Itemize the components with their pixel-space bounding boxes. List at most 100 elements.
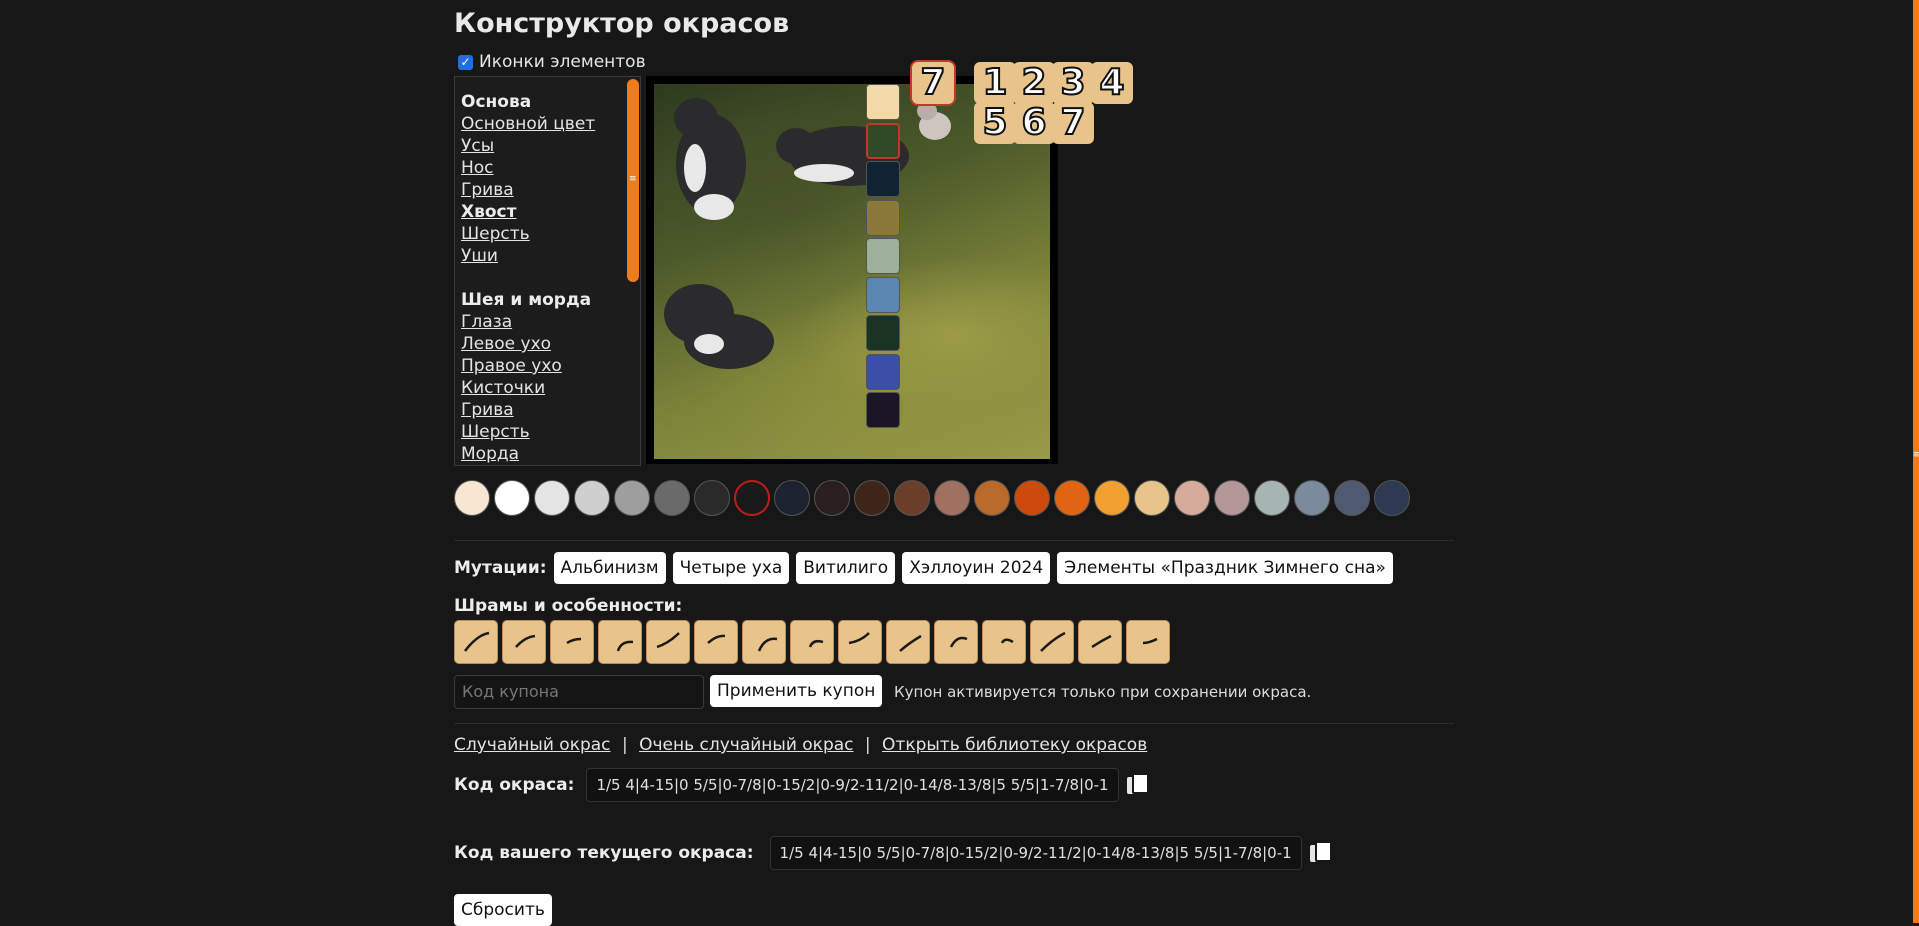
color-swatch[interactable] — [454, 480, 490, 516]
menu-item-nose[interactable]: Нос — [461, 157, 595, 179]
scar-icon[interactable] — [790, 620, 834, 664]
bg-ocean-thumbnail[interactable] — [866, 353, 900, 390]
color-swatch[interactable] — [1134, 480, 1170, 516]
scar-icon[interactable] — [1078, 620, 1122, 664]
checkbox-checked-icon[interactable]: ✓ — [458, 54, 473, 70]
menu-item-mane[interactable]: Грива — [461, 179, 595, 201]
color-swatch[interactable] — [1014, 480, 1050, 516]
mutation-four-ears-button[interactable]: Четыре уха — [672, 552, 790, 584]
coupon-input[interactable]: Код купона — [454, 675, 704, 709]
bg-plain-thumbnail[interactable] — [866, 84, 900, 120]
menu-item-right-ear[interactable]: Правое ухо — [461, 355, 595, 377]
element-menu: Основа Основной цвет Усы Нос Грива Хвост… — [454, 76, 641, 466]
current-code-field[interactable]: 1/5 4|4-15|0 5/5|0-7/8|0-15/2|0-9/2-11/2… — [769, 836, 1302, 870]
bg-night-forest-thumbnail[interactable] — [866, 161, 900, 197]
scar-icon[interactable] — [646, 620, 690, 664]
menu-item-tassels[interactable]: Кисточки — [461, 377, 595, 399]
color-swatch[interactable] — [1094, 480, 1130, 516]
random-color-link[interactable]: Случайный окрас — [454, 735, 611, 755]
menu-item-neck-mane[interactable]: Грива — [461, 399, 595, 421]
mutations-row: Мутации: Альбинизм Четыре уха Витилиго Х… — [454, 551, 1393, 585]
menu-item-eyes[interactable]: Глаза — [461, 311, 595, 333]
menu-item-main-color[interactable]: Основной цвет — [461, 113, 595, 135]
menu-item-fur[interactable]: Шерсть — [461, 223, 595, 245]
color-swatch[interactable] — [1334, 480, 1370, 516]
bg-dark-forest-thumbnail[interactable] — [866, 315, 900, 351]
menu-group-base: Основа — [461, 92, 532, 112]
color-swatch[interactable] — [934, 480, 970, 516]
link-separator: | — [621, 735, 628, 755]
menu-item-left-ear[interactable]: Левое ухо — [461, 333, 595, 355]
slot-6-button[interactable]: 6 — [1013, 101, 1055, 144]
open-library-link[interactable]: Открыть библиотеку окрасов — [882, 735, 1147, 755]
mutation-albinism-button[interactable]: Альбинизм — [553, 552, 666, 584]
icons-toggle-label: Иконки элементов — [479, 52, 646, 72]
page-scrollbar[interactable]: ≡ — [1913, 0, 1919, 923]
menu-item-ears[interactable]: Уши — [461, 245, 595, 267]
color-swatch[interactable] — [614, 480, 650, 516]
color-swatch[interactable] — [774, 480, 810, 516]
scar-icon[interactable] — [694, 620, 738, 664]
color-swatch[interactable] — [654, 480, 690, 516]
mutations-label: Мутации: — [454, 558, 547, 578]
icons-toggle[interactable]: ✓ Иконки элементов — [458, 50, 646, 74]
scar-icon[interactable] — [1126, 620, 1170, 664]
color-swatch[interactable] — [1374, 480, 1410, 516]
current-slot-button[interactable]: 7 — [912, 61, 954, 104]
color-swatch[interactable] — [1174, 480, 1210, 516]
color-swatch[interactable] — [974, 480, 1010, 516]
color-swatch[interactable] — [534, 480, 570, 516]
mutation-vitiligo-button[interactable]: Витилиго — [796, 552, 896, 584]
current-code-label: Код вашего текущего окраса: — [454, 843, 754, 863]
bg-autumn-thumbnail[interactable] — [866, 199, 900, 236]
color-swatch[interactable] — [1054, 480, 1090, 516]
scar-icon[interactable] — [838, 620, 882, 664]
slot-2-button[interactable]: 2 — [1013, 61, 1055, 104]
color-swatch[interactable] — [574, 480, 610, 516]
color-swatch[interactable] — [894, 480, 930, 516]
scar-icon[interactable] — [886, 620, 930, 664]
scar-icon[interactable] — [742, 620, 786, 664]
color-swatch[interactable] — [814, 480, 850, 516]
reset-button[interactable]: Сбросить — [454, 894, 552, 926]
mutation-halloween-2024-button[interactable]: Хэллоуин 2024 — [902, 552, 1051, 584]
bg-forest-thumbnail[interactable] — [866, 122, 900, 159]
scar-icon[interactable] — [598, 620, 642, 664]
menu-scrollbar[interactable]: ≡ — [627, 79, 639, 282]
color-swatch[interactable] — [854, 480, 890, 516]
color-swatch[interactable] — [494, 480, 530, 516]
color-swatch[interactable] — [1294, 480, 1330, 516]
scar-icon[interactable] — [1030, 620, 1074, 664]
menu-item-whiskers[interactable]: Усы — [461, 135, 595, 157]
slot-7-button[interactable]: 7 — [1052, 101, 1094, 144]
code-label: Код окраса: — [454, 775, 575, 795]
menu-item-neck-fur[interactable]: Шерсть — [461, 421, 595, 443]
very-random-color-link[interactable]: Очень случайный окрас — [639, 735, 853, 755]
scar-icon[interactable] — [502, 620, 546, 664]
color-swatch[interactable] — [1214, 480, 1250, 516]
menu-item-tail[interactable]: Хвост — [461, 201, 595, 223]
constructor-container: Конструктор окрасов ✓ Иконки элементов О… — [454, 0, 1454, 926]
color-swatch[interactable] — [734, 480, 770, 516]
scar-icon[interactable] — [550, 620, 594, 664]
color-swatch[interactable] — [694, 480, 730, 516]
scar-icon[interactable] — [934, 620, 978, 664]
menu-item-muzzle[interactable]: Морда — [461, 443, 595, 465]
mutation-winter-holiday-button[interactable]: Элементы «Праздник Зимнего сна» — [1057, 552, 1393, 584]
slot-4-button[interactable]: 4 — [1091, 61, 1133, 104]
slot-5-button[interactable]: 5 — [974, 101, 1016, 144]
bg-water-thumbnail[interactable] — [866, 276, 900, 313]
copy-icon[interactable] — [1309, 841, 1332, 865]
code-row: Код окраса: 1/5 4|4-15|0 5/5|0-7/8|0-15/… — [454, 768, 1149, 802]
apply-coupon-button[interactable]: Применить купон — [710, 675, 883, 707]
bg-meadow-thumbnail[interactable] — [866, 238, 900, 274]
scar-icon[interactable] — [982, 620, 1026, 664]
color-swatch[interactable] — [1254, 480, 1290, 516]
random-links: Случайный окрас | Очень случайный окрас … — [454, 735, 1147, 755]
slot-1-button[interactable]: 1 — [974, 61, 1016, 104]
slot-3-button[interactable]: 3 — [1052, 61, 1094, 104]
scar-icon[interactable] — [454, 620, 498, 664]
code-field[interactable]: 1/5 4|4-15|0 5/5|0-7/8|0-15/2|0-9/2-11/2… — [586, 768, 1119, 802]
copy-icon[interactable] — [1126, 773, 1149, 797]
bg-cave-thumbnail[interactable] — [866, 392, 900, 428]
